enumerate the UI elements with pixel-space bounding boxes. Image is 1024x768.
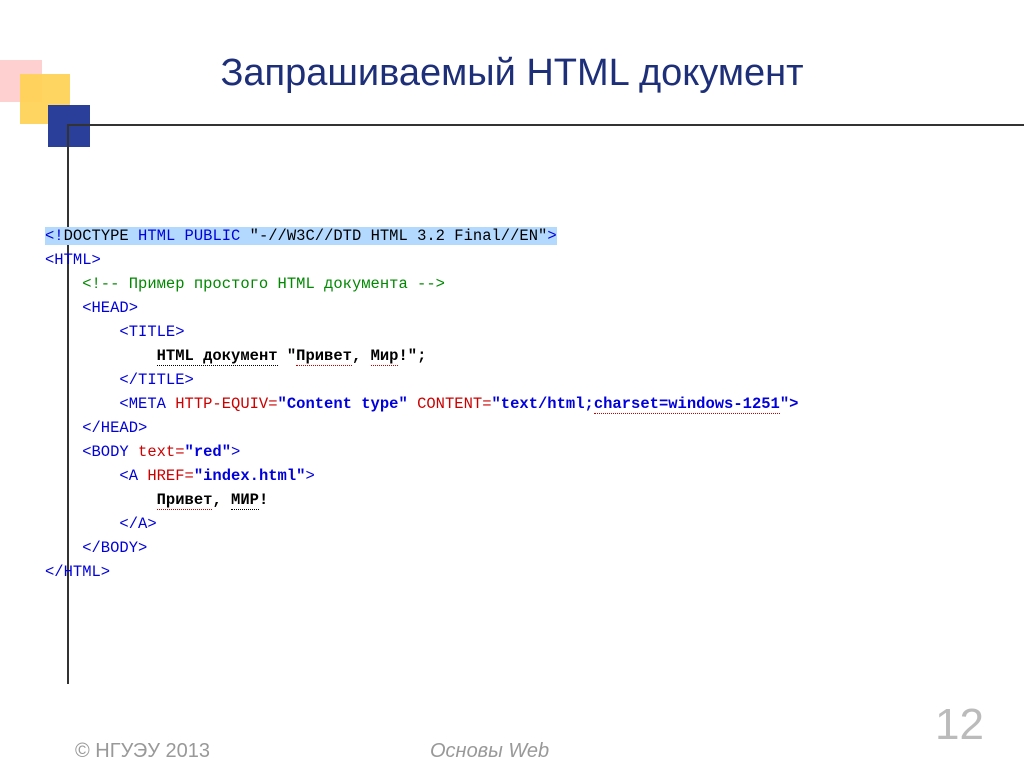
page-number: 12: [935, 700, 984, 750]
copyright-text: © НГУЭУ 2013: [75, 740, 210, 763]
slide-title: Запрашиваемый HTML документ: [0, 52, 1024, 95]
code-block: <!DOCTYPE HTML PUBLIC "-//W3C//DTD HTML …: [45, 200, 798, 584]
subject-text: Основы Web: [430, 740, 549, 763]
horizontal-rule: [67, 124, 1024, 126]
